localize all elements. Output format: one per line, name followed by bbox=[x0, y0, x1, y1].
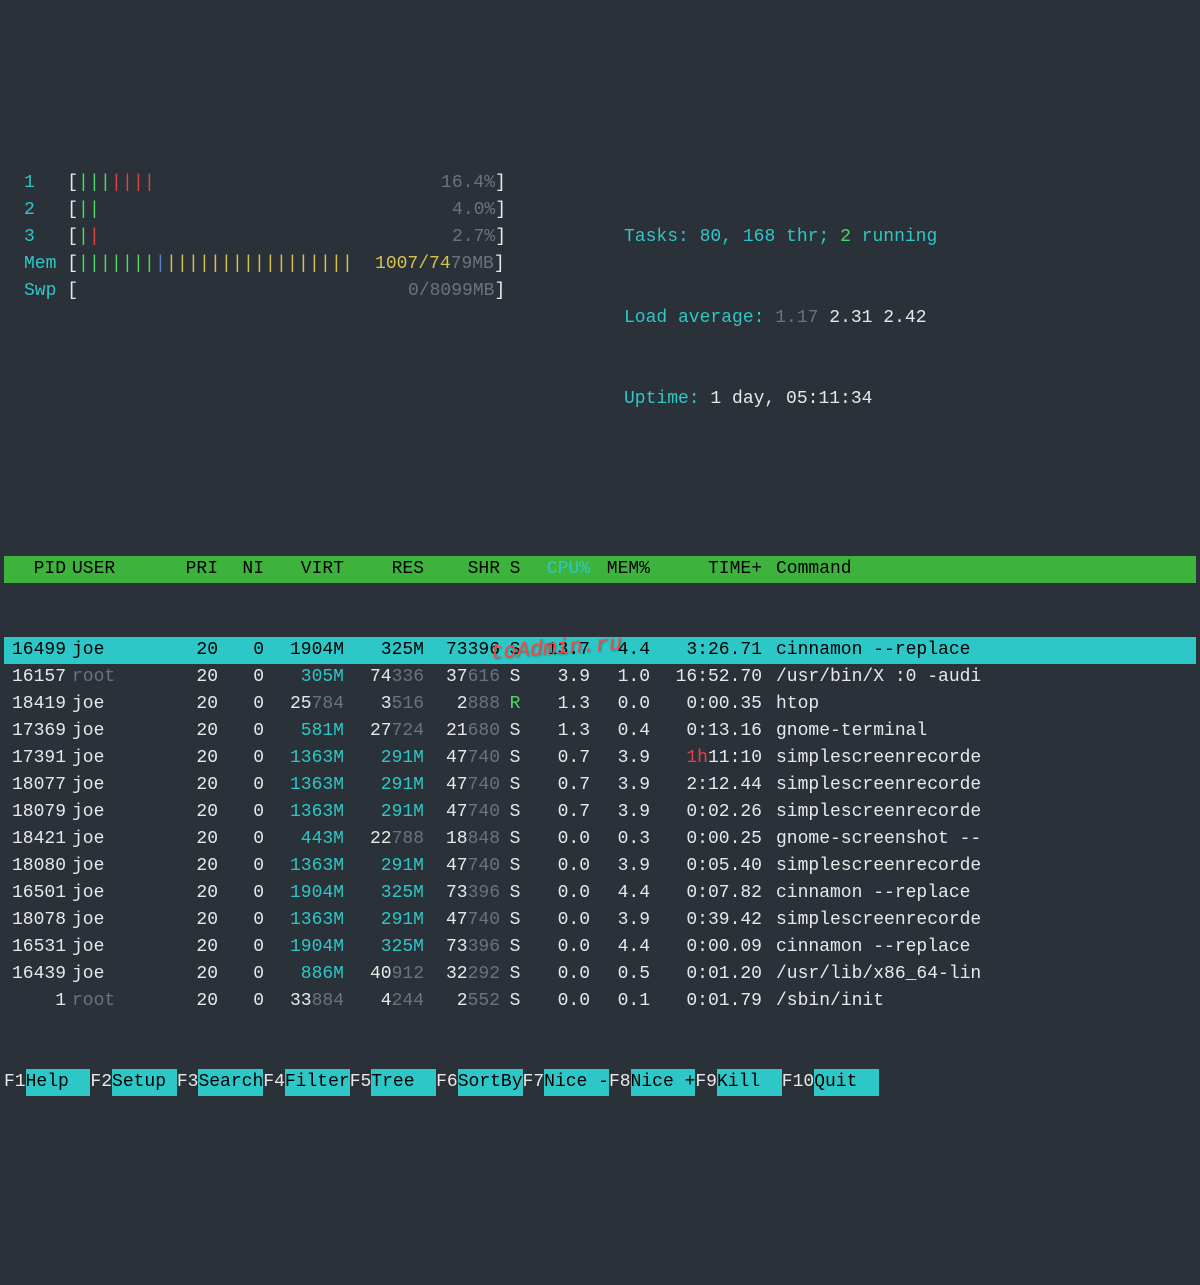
fkey-f2[interactable]: F2 bbox=[90, 1069, 112, 1096]
fkey-f1[interactable]: F1 bbox=[4, 1069, 26, 1096]
col-time[interactable]: TIME+ bbox=[650, 556, 766, 583]
process-row[interactable]: 17391 joe 20 0 1363M 291M 47740 S 0.7 3.… bbox=[4, 745, 1196, 772]
fkey-f3[interactable]: F3 bbox=[177, 1069, 199, 1096]
col-cmd[interactable]: Command bbox=[766, 556, 1196, 583]
process-row[interactable]: 16157 root 20 0 305M 74336 37616 S 3.9 1… bbox=[4, 664, 1196, 691]
col-shr[interactable]: SHR bbox=[424, 556, 500, 583]
fkey-f6-label[interactable]: SortBy bbox=[458, 1069, 523, 1096]
fkey-f8[interactable]: F8 bbox=[609, 1069, 631, 1096]
process-row[interactable]: 18078 joe 20 0 1363M 291M 47740 S 0.0 3.… bbox=[4, 907, 1196, 934]
col-virt[interactable]: VIRT bbox=[264, 556, 344, 583]
process-row[interactable]: 16531 joe 20 0 1904M 325M 73396 S 0.0 4.… bbox=[4, 934, 1196, 961]
process-row[interactable]: 18079 joe 20 0 1363M 291M 47740 S 0.7 3.… bbox=[4, 799, 1196, 826]
process-row[interactable]: 17369 joe 20 0 581M 27724 21680 S 1.3 0.… bbox=[4, 718, 1196, 745]
fkey-f7[interactable]: F7 bbox=[523, 1069, 545, 1096]
process-row[interactable]: 16499 joe 20 0 1904M 325M 73396 S 13.7 4… bbox=[4, 637, 1196, 664]
fkey-f5[interactable]: F5 bbox=[350, 1069, 372, 1096]
col-user[interactable]: USER bbox=[72, 556, 162, 583]
tasks-line: Tasks: 80, 168 thr; 2 running bbox=[624, 224, 1196, 251]
meters-panel: 1 [||||||| 16.4%]2 [|| 4.0%]3 [|| 2.7%]M… bbox=[4, 116, 1196, 494]
function-key-bar[interactable]: F1Help F2Setup F3SearchF4FilterF5Tree F6… bbox=[4, 1069, 1196, 1096]
col-ni[interactable]: NI bbox=[218, 556, 264, 583]
uptime-line: Uptime: 1 day, 05:11:34 bbox=[624, 386, 1196, 413]
process-row[interactable]: 18077 joe 20 0 1363M 291M 47740 S 0.7 3.… bbox=[4, 772, 1196, 799]
col-pri[interactable]: PRI bbox=[162, 556, 218, 583]
fkey-f10-label[interactable]: Quit bbox=[814, 1069, 879, 1096]
fkey-f8-label[interactable]: Nice + bbox=[631, 1069, 696, 1096]
process-row[interactable]: 18080 joe 20 0 1363M 291M 47740 S 0.0 3.… bbox=[4, 853, 1196, 880]
fkey-f10[interactable]: F10 bbox=[782, 1069, 814, 1096]
col-res[interactable]: RES bbox=[344, 556, 424, 583]
col-pid[interactable]: PID bbox=[4, 556, 72, 583]
fkey-f1-label[interactable]: Help bbox=[26, 1069, 91, 1096]
process-table-header[interactable]: PID USER PRI NI VIRT RES SHR S CPU% MEM%… bbox=[4, 556, 1196, 583]
fkey-f9-label[interactable]: Kill bbox=[717, 1069, 782, 1096]
fkey-f3-label[interactable]: Search bbox=[198, 1069, 263, 1096]
process-row[interactable]: 16439 joe 20 0 886M 40912 32292 S 0.0 0.… bbox=[4, 961, 1196, 988]
fkey-f7-label[interactable]: Nice - bbox=[544, 1069, 609, 1096]
col-cpu[interactable]: CPU% bbox=[530, 556, 590, 583]
load-line: Load average: 1.17 2.31 2.42 bbox=[624, 305, 1196, 332]
fkey-f5-label[interactable]: Tree bbox=[371, 1069, 436, 1096]
fkey-f9[interactable]: F9 bbox=[695, 1069, 717, 1096]
process-row[interactable]: 18419 joe 20 0 25784 3516 2888 R 1.3 0.0… bbox=[4, 691, 1196, 718]
fkey-f2-label[interactable]: Setup bbox=[112, 1069, 177, 1096]
process-row[interactable]: 16501 joe 20 0 1904M 325M 73396 S 0.0 4.… bbox=[4, 880, 1196, 907]
system-summary: Tasks: 80, 168 thr; 2 running Load avera… bbox=[564, 170, 1196, 467]
process-table-body[interactable]: 16499 joe 20 0 1904M 325M 73396 S 13.7 4… bbox=[4, 637, 1196, 1015]
fkey-f4[interactable]: F4 bbox=[263, 1069, 285, 1096]
process-row[interactable]: 1 root 20 0 33884 4244 2552 S 0.0 0.1 0:… bbox=[4, 988, 1196, 1015]
fkey-f6[interactable]: F6 bbox=[436, 1069, 458, 1096]
process-row[interactable]: 18421 joe 20 0 443M 22788 18848 S 0.0 0.… bbox=[4, 826, 1196, 853]
col-s[interactable]: S bbox=[500, 556, 530, 583]
cpu-mem-meters: 1 [||||||| 16.4%]2 [|| 4.0%]3 [|| 2.7%]M… bbox=[24, 170, 564, 467]
fkey-f4-label[interactable]: Filter bbox=[285, 1069, 350, 1096]
col-mem[interactable]: MEM% bbox=[590, 556, 650, 583]
